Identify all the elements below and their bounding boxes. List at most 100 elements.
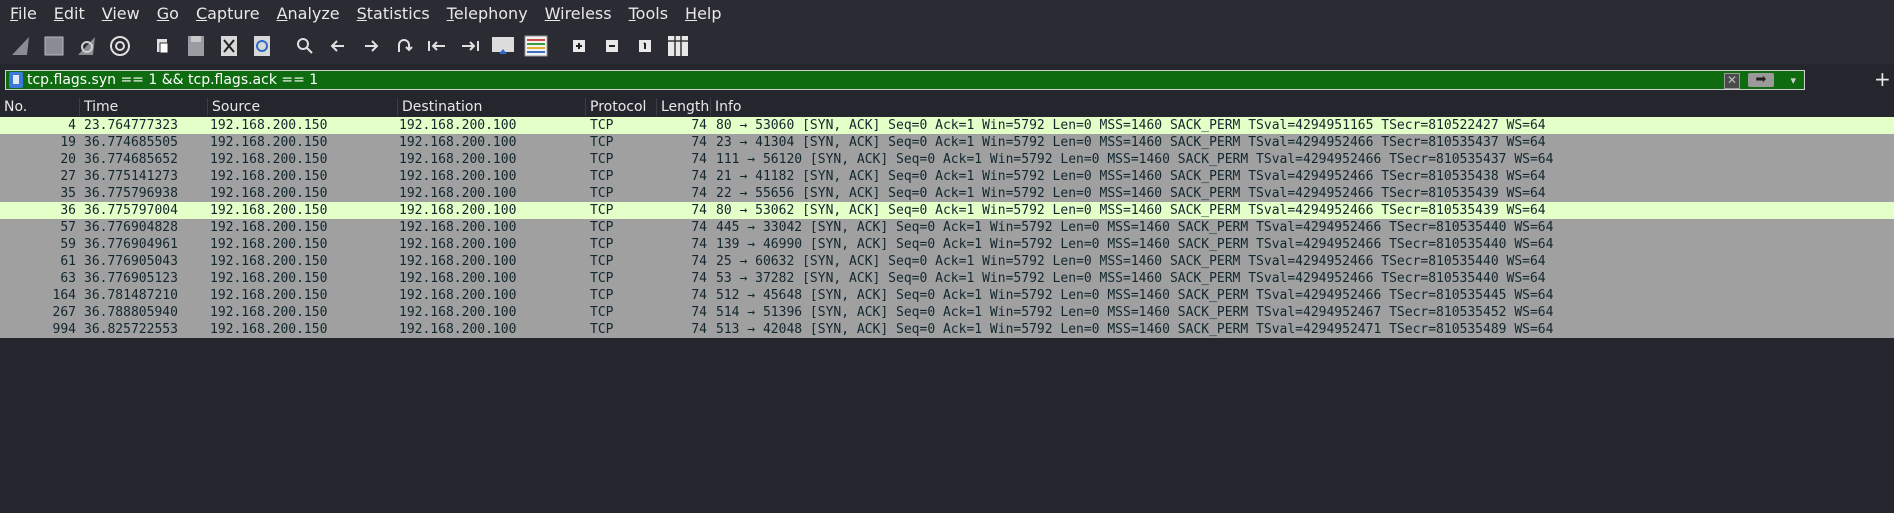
- packet-protocol: TCP: [590, 186, 614, 201]
- go-to-packet-icon[interactable]: [391, 33, 417, 59]
- packet-row[interactable]: 994 36.825722553 192.168.200.150 192.168.20…: [0, 321, 1894, 338]
- zoom-out-icon[interactable]: [599, 33, 625, 59]
- column-header-time[interactable]: Time: [80, 98, 208, 116]
- save-file-icon[interactable]: [183, 33, 209, 59]
- menu-analyze[interactable]: Analyze: [267, 0, 347, 28]
- packet-length: 74: [691, 203, 707, 218]
- column-header-no[interactable]: No.: [0, 98, 80, 116]
- display-filter-text[interactable]: tcp.flags.syn == 1 && tcp.flags.ack == 1: [27, 71, 318, 89]
- packet-source: 192.168.200.150: [210, 186, 328, 201]
- packet-length: 74: [691, 135, 707, 150]
- packet-destination: 192.168.200.100: [399, 203, 517, 218]
- find-packet-icon[interactable]: [292, 33, 318, 59]
- menu-tools[interactable]: Tools: [619, 0, 675, 28]
- packet-time: 36.775796938: [84, 186, 178, 201]
- add-filter-button-icon[interactable]: +: [1874, 68, 1891, 90]
- packet-source: 192.168.200.150: [210, 271, 328, 286]
- reload-file-icon[interactable]: [249, 33, 275, 59]
- packet-source: 192.168.200.150: [210, 169, 328, 184]
- filter-bookmark-icon[interactable]: [9, 72, 23, 88]
- packet-list: No. Time Source Destination Protocol Len…: [0, 98, 1894, 338]
- normal-size-icon[interactable]: [632, 33, 658, 59]
- menu-wireless[interactable]: Wireless: [535, 0, 619, 28]
- packet-source: 192.168.200.150: [210, 305, 328, 320]
- capture-options-icon[interactable]: [107, 33, 133, 59]
- packet-no: 20: [60, 152, 76, 167]
- filter-dropdown-icon[interactable]: ▾: [1790, 72, 1796, 90]
- go-back-icon[interactable]: [325, 33, 351, 59]
- packet-row[interactable]: 27 36.775141273 192.168.200.150 192.168.200…: [0, 168, 1894, 185]
- packet-no: 63: [60, 271, 76, 286]
- packet-destination: 192.168.200.100: [399, 169, 517, 184]
- column-header-source[interactable]: Source: [208, 98, 398, 116]
- packet-time: 36.775141273: [84, 169, 178, 184]
- packet-info: 53 → 37282 [SYN, ACK] Seq=0 Ack=1 Win=57…: [716, 271, 1546, 286]
- packet-length: 74: [691, 186, 707, 201]
- colorize-icon[interactable]: [523, 33, 549, 59]
- packet-row[interactable]: 20 36.774685652 192.168.200.150 192.168.200…: [0, 151, 1894, 168]
- packet-destination: 192.168.200.100: [399, 271, 517, 286]
- clear-filter-icon[interactable]: ✕: [1724, 73, 1740, 89]
- packet-time: 36.776904961: [84, 237, 178, 252]
- menu-file[interactable]: File: [0, 0, 44, 28]
- menu-telephony[interactable]: Telephony: [437, 0, 535, 28]
- resize-columns-icon[interactable]: [665, 33, 691, 59]
- packet-list-header: No. Time Source Destination Protocol Len…: [0, 98, 1894, 116]
- packet-rows: 4 23.764777323 192.168.200.150 192.168.200.…: [0, 117, 1894, 338]
- apply-filter-icon[interactable]: ➡: [1748, 73, 1774, 87]
- packet-protocol: TCP: [590, 135, 614, 150]
- packet-destination: 192.168.200.100: [399, 135, 517, 150]
- packet-info: 111 → 56120 [SYN, ACK] Seq=0 Ack=1 Win=5…: [716, 152, 1554, 167]
- column-header-info[interactable]: Info: [711, 98, 1894, 116]
- menu-capture[interactable]: Capture: [186, 0, 267, 28]
- zoom-in-icon[interactable]: [566, 33, 592, 59]
- packet-destination: 192.168.200.100: [399, 220, 517, 235]
- packet-destination: 192.168.200.100: [399, 254, 517, 269]
- display-filter-input[interactable]: tcp.flags.syn == 1 && tcp.flags.ack == 1…: [5, 70, 1805, 90]
- auto-scroll-icon[interactable]: [490, 33, 516, 59]
- packet-row[interactable]: 36 36.775797004 192.168.200.150 192.168.200…: [0, 202, 1894, 219]
- packet-list-empty-area: [0, 339, 1894, 513]
- packet-length: 74: [691, 305, 707, 320]
- packet-row[interactable]: 35 36.775796938 192.168.200.150 192.168.200…: [0, 185, 1894, 202]
- packet-row[interactable]: 267 36.788805940 192.168.200.150 192.168.20…: [0, 304, 1894, 321]
- packet-row[interactable]: 63 36.776905123 192.168.200.150 192.168.200…: [0, 270, 1894, 287]
- go-forward-icon[interactable]: [358, 33, 384, 59]
- menu-view[interactable]: View: [92, 0, 147, 28]
- main-toolbar: [0, 28, 1894, 64]
- stop-capture-icon[interactable]: [41, 33, 67, 59]
- packet-no: 19: [60, 135, 76, 150]
- packet-row[interactable]: 19 36.774685505 192.168.200.150 192.168.200…: [0, 134, 1894, 151]
- packet-no: 4: [68, 118, 76, 133]
- packet-time: 36.776905043: [84, 254, 178, 269]
- packet-row[interactable]: 164 36.781487210 192.168.200.150 192.168.20…: [0, 287, 1894, 304]
- packet-protocol: TCP: [590, 220, 614, 235]
- menu-statistics[interactable]: Statistics: [347, 0, 437, 28]
- packet-no: 267: [52, 305, 76, 320]
- menu-help[interactable]: Help: [675, 0, 728, 28]
- last-packet-icon[interactable]: [457, 33, 483, 59]
- column-header-protocol[interactable]: Protocol: [586, 98, 657, 116]
- packet-time: 36.775797004: [84, 203, 178, 218]
- packet-no: 35: [60, 186, 76, 201]
- restart-capture-icon[interactable]: [74, 33, 100, 59]
- packet-time: 36.788805940: [84, 305, 178, 320]
- packet-time: 23.764777323: [84, 118, 178, 133]
- first-packet-icon[interactable]: [424, 33, 450, 59]
- menu-edit[interactable]: Edit: [44, 0, 92, 28]
- packet-length: 74: [691, 254, 707, 269]
- close-file-icon[interactable]: [216, 33, 242, 59]
- column-header-length[interactable]: Length: [657, 98, 711, 116]
- packet-row[interactable]: 4 23.764777323 192.168.200.150 192.168.200.…: [0, 117, 1894, 134]
- column-header-destination[interactable]: Destination: [398, 98, 586, 116]
- start-capture-icon[interactable]: [8, 33, 34, 59]
- packet-protocol: TCP: [590, 322, 614, 337]
- packet-row[interactable]: 59 36.776904961 192.168.200.150 192.168.200…: [0, 236, 1894, 253]
- packet-protocol: TCP: [590, 203, 614, 218]
- packet-row[interactable]: 61 36.776905043 192.168.200.150 192.168.200…: [0, 253, 1894, 270]
- menu-go[interactable]: Go: [147, 0, 186, 28]
- packet-row[interactable]: 57 36.776904828 192.168.200.150 192.168.200…: [0, 219, 1894, 236]
- open-file-icon[interactable]: [150, 33, 176, 59]
- packet-info: 445 → 33042 [SYN, ACK] Seq=0 Ack=1 Win=5…: [716, 220, 1554, 235]
- packet-length: 74: [691, 322, 707, 337]
